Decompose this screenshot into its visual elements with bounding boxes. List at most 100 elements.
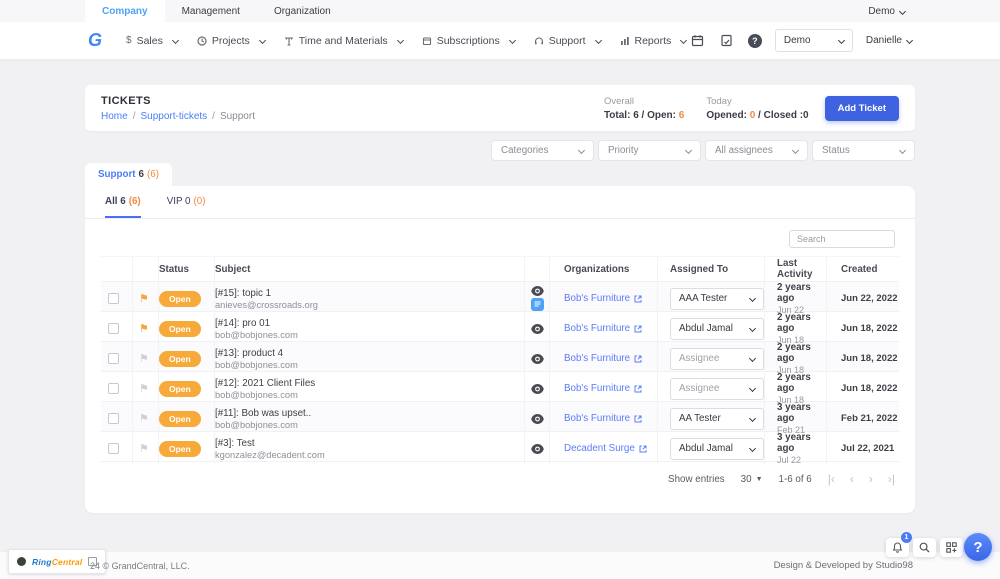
cell-flag: ⚑ [133, 312, 159, 345]
created-date: Jul 22, 2021 [841, 443, 894, 454]
materials-icon [284, 36, 294, 46]
cell-created: Feb 21, 2022 [827, 402, 899, 435]
cell-checkbox [101, 372, 133, 405]
tab-company[interactable]: Company [85, 0, 165, 22]
overall-label: Overall [604, 96, 684, 107]
flag-icon[interactable]: ⚑ [139, 352, 149, 365]
nav-time-and-materials[interactable]: Time and Materials [284, 35, 403, 47]
notification-count-badge: 1 [901, 532, 912, 543]
last-page-icon[interactable]: ›| [888, 473, 895, 485]
priority-filter[interactable]: Priority [598, 140, 701, 161]
ticket-subject[interactable]: [#15]: topic 1 [215, 288, 318, 299]
app-logo[interactable]: G [88, 30, 102, 51]
flag-icon[interactable]: ⚑ [139, 292, 149, 305]
closed-label: Closed : [764, 110, 803, 121]
col-subject: Subject [215, 257, 525, 281]
next-page-icon[interactable]: › [869, 473, 873, 485]
env-menu[interactable]: Demo [868, 0, 905, 22]
categories-filter[interactable]: Categories [491, 140, 594, 161]
ticket-subject[interactable]: [#13]: product 4 [215, 348, 298, 359]
row-checkbox[interactable] [108, 413, 119, 424]
cell-status: Open [159, 372, 215, 405]
organization-link[interactable]: Bob's Furniture [564, 323, 642, 334]
tab-management[interactable]: Management [165, 0, 257, 22]
search-input[interactable] [789, 230, 895, 248]
row-checkbox[interactable] [108, 443, 119, 454]
user-menu[interactable]: Danielle [866, 35, 912, 46]
eye-icon[interactable] [531, 384, 544, 394]
cell-subject: [#14]: pro 01 bob@bobjones.com [215, 312, 525, 345]
credit-text: Design & Developed by Studio98 [774, 560, 913, 571]
tab-all[interactable]: All 6 (6) [105, 186, 141, 218]
cell-assigned-to: Abdul Jamal [658, 432, 765, 465]
assignee-select[interactable]: AA Tester [670, 408, 764, 430]
dollar-icon: $ [126, 35, 132, 46]
nav-sales[interactable]: $ Sales [126, 35, 178, 47]
nav-projects[interactable]: Projects [197, 35, 265, 47]
organization-link[interactable]: Bob's Furniture [564, 353, 642, 364]
calendar-icon[interactable] [690, 33, 706, 49]
status-badge: Open [159, 321, 201, 337]
assignee-select[interactable]: AAA Tester [670, 288, 764, 310]
nav-reports[interactable]: Reports [620, 35, 687, 47]
external-link-icon [634, 295, 642, 303]
breadcrumb-home[interactable]: Home [101, 111, 128, 122]
note-badge-icon[interactable] [531, 298, 544, 311]
organization-link[interactable]: Bob's Furniture [564, 293, 642, 304]
page-size-select[interactable]: 30▼ [741, 474, 763, 485]
assignee-select-value: Abdul Jamal [679, 323, 733, 334]
tab-organization[interactable]: Organization [257, 0, 348, 22]
organization-name: Bob's Furniture [564, 413, 630, 424]
flag-icon[interactable]: ⚑ [139, 412, 149, 425]
eye-icon[interactable] [531, 444, 544, 454]
organization-link[interactable]: Decadent Surge [564, 443, 647, 454]
eye-icon[interactable] [531, 414, 544, 424]
nav-subscriptions-label: Subscriptions [437, 35, 500, 47]
assignee-select[interactable]: Abdul Jamal [670, 318, 764, 340]
tab-vip[interactable]: VIP 0 (0) [167, 186, 206, 218]
row-checkbox[interactable] [108, 383, 119, 394]
cell-created: Jun 18, 2022 [827, 312, 899, 345]
notifications-button[interactable]: 1 [886, 538, 909, 557]
first-page-icon[interactable]: |‹ [828, 473, 835, 485]
prev-page-icon[interactable]: ‹ [850, 473, 854, 485]
status-filter[interactable]: Status [812, 140, 915, 161]
flag-icon[interactable]: ⚑ [139, 322, 149, 335]
support-tab[interactable]: Support 6 (6) [85, 163, 172, 186]
row-checkbox[interactable] [108, 293, 119, 304]
assignee-select[interactable]: Abdul Jamal [670, 438, 764, 460]
help-icon[interactable]: ? [748, 34, 762, 48]
zoom-search-button[interactable] [913, 538, 936, 557]
organization-link[interactable]: Bob's Furniture [564, 413, 642, 424]
created-date: Jun 18, 2022 [841, 323, 898, 334]
ticket-subject[interactable]: [#11]: Bob was upset.. [215, 408, 311, 419]
flag-icon[interactable]: ⚑ [139, 382, 149, 395]
help-fab[interactable]: ? [964, 533, 992, 561]
assignees-filter[interactable]: All assignees [705, 140, 808, 161]
ticket-stats: Overall Total: 6 / Open: 6 Today Opened:… [604, 96, 809, 121]
ticket-subject[interactable]: [#14]: pro 01 [215, 318, 298, 329]
breadcrumb-support-tickets[interactable]: Support-tickets [140, 111, 207, 122]
widgets-button[interactable] [940, 538, 963, 557]
nav-support[interactable]: Support [534, 35, 601, 47]
tasks-icon[interactable] [719, 33, 735, 49]
flag-icon[interactable]: ⚑ [139, 442, 149, 455]
eye-icon[interactable] [531, 286, 544, 296]
cell-assigned-to: AA Tester [658, 402, 765, 435]
assignee-select[interactable]: Assignee [670, 348, 764, 370]
row-checkbox[interactable] [108, 323, 119, 334]
company-select[interactable]: Demo [775, 29, 853, 52]
eye-icon[interactable] [531, 324, 544, 334]
eye-icon[interactable] [531, 354, 544, 364]
ticket-subject[interactable]: [#12]: 2021 Client Files [215, 378, 315, 389]
ticket-subject[interactable]: [#3]: Test [215, 438, 325, 449]
row-checkbox[interactable] [108, 353, 119, 364]
cell-flag: ⚑ [133, 372, 159, 405]
add-ticket-button[interactable]: Add Ticket [825, 96, 899, 121]
nav-subscriptions[interactable]: Subscriptions [422, 35, 515, 47]
assignee-select[interactable]: Assignee [670, 378, 764, 400]
chevron-down-icon [792, 147, 799, 154]
organization-link[interactable]: Bob's Furniture [564, 383, 642, 394]
status-badge: Open [159, 351, 201, 367]
support-tab-count: 6 [139, 169, 144, 180]
